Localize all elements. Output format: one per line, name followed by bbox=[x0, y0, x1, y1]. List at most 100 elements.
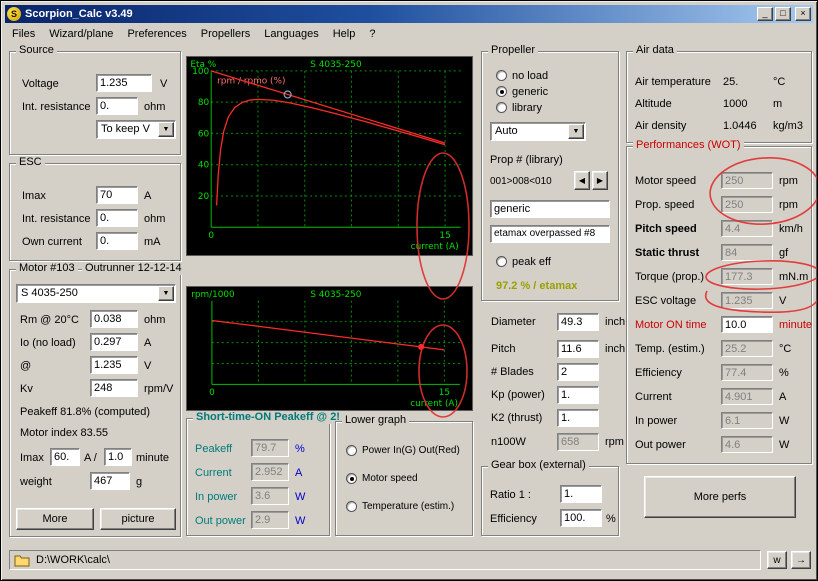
menu-propellers[interactable]: Propellers bbox=[194, 27, 258, 41]
title-bar[interactable]: S Scorpion_Calc v3.49 _ □ × bbox=[5, 5, 813, 23]
prop-speed-unit: rpm bbox=[779, 199, 798, 211]
svg-text:60: 60 bbox=[198, 129, 210, 139]
k2-thrust-label: K2 (thrust) bbox=[491, 412, 542, 424]
window-title: Scorpion_Calc v3.49 bbox=[25, 8, 755, 20]
motor-kv-label: Kv bbox=[20, 383, 33, 395]
radio-generic[interactable] bbox=[496, 86, 507, 97]
esc-resistance-input[interactable]: 0. bbox=[96, 209, 138, 227]
motor-imax-label: Imax bbox=[20, 452, 44, 464]
motor-model-select[interactable]: S 4035-250 ▼ bbox=[16, 284, 176, 303]
n100w-value: 658 bbox=[557, 433, 599, 451]
esc-group-title: ESC bbox=[16, 156, 45, 169]
status-w-button[interactable]: w bbox=[767, 551, 787, 569]
picture-button[interactable]: picture bbox=[100, 508, 176, 530]
radio-motor-speed[interactable] bbox=[346, 473, 357, 484]
motor-io-input[interactable]: 0.297 bbox=[90, 333, 138, 351]
close-button-icon[interactable]: × bbox=[795, 7, 811, 21]
voltage-input[interactable]: 1.235 bbox=[96, 74, 152, 92]
motor-weight-input[interactable]: 467 bbox=[90, 472, 130, 490]
esc-own-current-unit: mA bbox=[144, 236, 161, 248]
motor-imax-input[interactable]: 60. bbox=[50, 448, 80, 466]
radio-temperature[interactable] bbox=[346, 501, 357, 512]
esc-imax-input[interactable]: 70 bbox=[96, 186, 138, 204]
esc-resistance-unit: ohm bbox=[144, 213, 165, 225]
source-resistance-input[interactable]: 0. bbox=[96, 97, 138, 115]
radio-no-load[interactable] bbox=[496, 70, 507, 81]
menu-languages[interactable]: Languages bbox=[257, 27, 325, 41]
chevron-down-icon[interactable]: ▼ bbox=[158, 286, 174, 301]
chevron-down-icon[interactable]: ▼ bbox=[158, 122, 174, 137]
gearbox-ratio-input[interactable]: 1. bbox=[560, 485, 602, 503]
air-temperature-label: Air temperature bbox=[635, 76, 711, 88]
status-arrow-button[interactable]: → bbox=[791, 551, 811, 569]
prop-speed-label: Prop. speed bbox=[635, 199, 694, 211]
prop-next-button-icon[interactable]: ▶ bbox=[592, 171, 608, 190]
motor-kv-input[interactable]: 248 bbox=[90, 379, 138, 397]
in-power-unit: W bbox=[779, 415, 789, 427]
gearbox-group: Gear box (external) Ratio 1 : 1. Efficie… bbox=[481, 466, 619, 536]
altitude-label: Altitude bbox=[635, 98, 672, 110]
svg-text:40: 40 bbox=[198, 161, 210, 171]
motor-rm-input[interactable]: 0.038 bbox=[90, 310, 138, 328]
motor-io-label: Io (no load) bbox=[20, 337, 76, 349]
svg-text:current (A): current (A) bbox=[411, 242, 459, 252]
menu-help[interactable]: Help bbox=[326, 27, 363, 41]
gearbox-efficiency-label: Efficiency bbox=[490, 513, 537, 525]
short-time-peakeff-value: 79.7 bbox=[251, 439, 289, 457]
more-button[interactable]: More bbox=[16, 508, 94, 530]
altitude-unit: m bbox=[773, 98, 782, 110]
radio-library[interactable] bbox=[496, 102, 507, 113]
svg-text:20: 20 bbox=[198, 192, 210, 202]
out-power-label: Out power bbox=[635, 439, 686, 451]
esc-voltage-value: 1.235 bbox=[721, 292, 773, 309]
static-thrust-unit: gf bbox=[779, 247, 788, 259]
diameter-input[interactable]: 49.3 bbox=[557, 313, 599, 331]
kp-power-input[interactable]: 1. bbox=[557, 386, 599, 404]
menu-question[interactable]: ? bbox=[362, 27, 382, 41]
prop-name-input[interactable]: generic bbox=[490, 200, 610, 218]
minimize-button-icon[interactable]: _ bbox=[757, 7, 773, 21]
motor-imax-time-input[interactable]: 1.0 bbox=[104, 448, 132, 466]
performances-group: Performances (WOT) Motor speed 250 rpm P… bbox=[626, 146, 812, 464]
efficiency-label: Efficiency bbox=[635, 367, 682, 379]
short-time-group: Short-time-ON Peakeff @ 2! Peakeff 79.7 … bbox=[186, 418, 330, 536]
menu-wizard-plane[interactable]: Wizard/plane bbox=[42, 27, 120, 41]
source-resistance-unit: ohm bbox=[144, 101, 165, 113]
motor-on-time-input[interactable]: 10.0 bbox=[721, 316, 773, 333]
pitch-input[interactable]: 11.6 bbox=[557, 340, 599, 358]
motor-weight-unit: g bbox=[136, 476, 142, 488]
menu-files[interactable]: Files bbox=[5, 27, 42, 41]
temp-estim-value: 25.2 bbox=[721, 340, 773, 357]
source-mode-select[interactable]: To keep V ▼ bbox=[96, 120, 176, 139]
esc-group: ESC Imax 70 A Int. resistance 0. ohm Own… bbox=[9, 163, 181, 261]
temp-estim-label: Temp. (estim.) bbox=[635, 343, 705, 355]
source-group: Source Voltage 1.235 V Int. resistance 0… bbox=[9, 51, 181, 155]
prop-prev-button-icon[interactable]: ◀ bbox=[574, 171, 590, 190]
diameter-label: Diameter bbox=[491, 316, 536, 328]
blades-input[interactable]: 2 bbox=[557, 363, 599, 381]
gearbox-group-title: Gear box (external) bbox=[488, 459, 589, 472]
prop-library-value: 001>008<010 bbox=[490, 176, 552, 187]
motor-at-label: @ bbox=[20, 360, 31, 372]
radio-peak-eff[interactable] bbox=[496, 256, 507, 267]
current-label: Current bbox=[635, 391, 672, 403]
n100w-unit: rpm bbox=[605, 436, 624, 448]
folder-icon bbox=[14, 554, 30, 570]
gearbox-efficiency-input[interactable]: 100. bbox=[560, 509, 602, 527]
prop-status-input[interactable]: etamax overpassed #8 bbox=[490, 225, 610, 243]
esc-own-current-input[interactable]: 0. bbox=[96, 232, 138, 250]
short-time-current-label: Current bbox=[195, 467, 232, 479]
propeller-mode-select[interactable]: Auto ▼ bbox=[490, 122, 586, 141]
short-time-current-unit: A bbox=[295, 467, 302, 479]
chevron-down-icon[interactable]: ▼ bbox=[568, 124, 584, 139]
maximize-button-icon[interactable]: □ bbox=[775, 7, 791, 21]
menu-preferences[interactable]: Preferences bbox=[120, 27, 193, 41]
motor-io-unit: A bbox=[144, 337, 151, 349]
more-perfs-button[interactable]: More perfs bbox=[644, 476, 796, 518]
motor-at-input[interactable]: 1.235 bbox=[90, 356, 138, 374]
radio-power-in-out[interactable] bbox=[346, 445, 357, 456]
short-time-current-value: 2.952 bbox=[251, 463, 289, 481]
radio-power-in-out-label: Power In(G) Out(Red) bbox=[362, 445, 460, 456]
k2-thrust-input[interactable]: 1. bbox=[557, 409, 599, 427]
rpm-chart: 015S 4035-250rpm/1000current (A) bbox=[186, 286, 473, 411]
